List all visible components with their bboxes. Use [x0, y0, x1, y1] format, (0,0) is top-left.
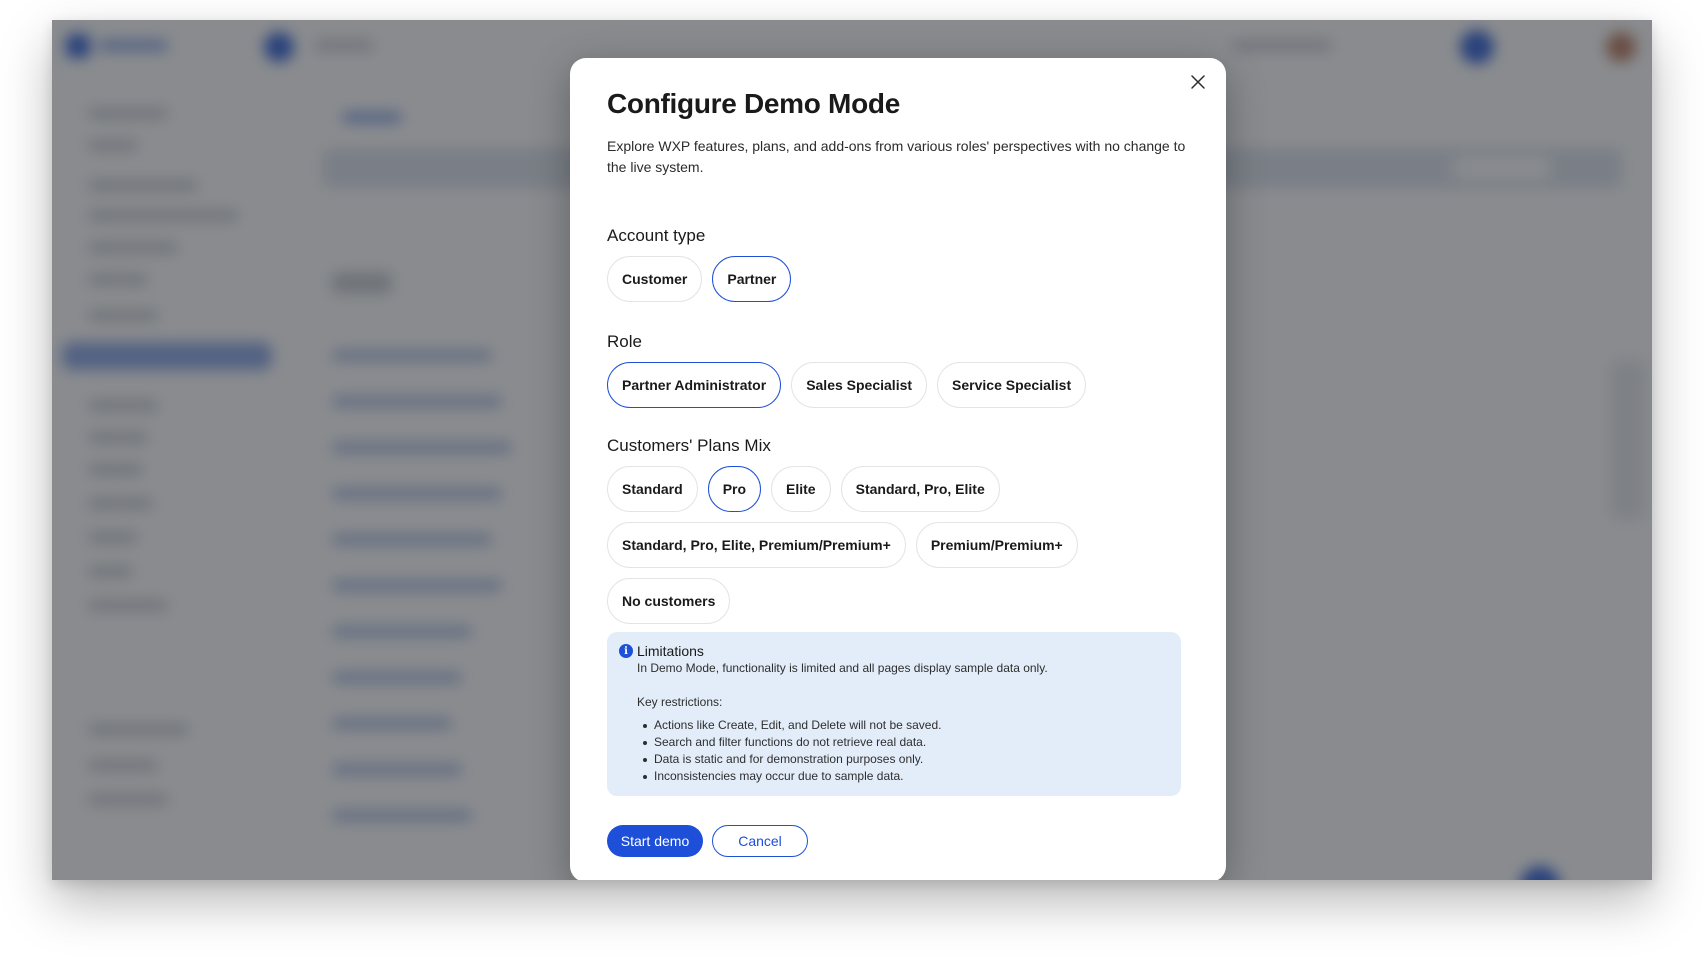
role-group: Partner Administrator Sales Specialist S…: [607, 362, 1087, 408]
configure-demo-modal: Configure Demo Mode Explore WXP features…: [570, 58, 1226, 880]
role-sales-specialist[interactable]: Sales Specialist: [791, 362, 928, 408]
role-partner-administrator[interactable]: Partner Administrator: [607, 362, 782, 408]
restrictions-list: Actions like Create, Edit, and Delete wi…: [637, 717, 1169, 785]
limitations-text: In Demo Mode, functionality is limited a…: [637, 661, 1048, 675]
close-button[interactable]: [1182, 66, 1214, 98]
account-type-partner[interactable]: Partner: [712, 256, 792, 302]
modal-title: Configure Demo Mode: [607, 88, 900, 119]
plan-standard-pro-elite-premium[interactable]: Standard, Pro, Elite, Premium/Premium+: [607, 522, 906, 568]
restrictions-label: Key restrictions:: [637, 695, 723, 709]
plans-mix-row-3: No customers: [607, 578, 731, 624]
plans-mix-row-1: Standard Pro Elite Standard, Pro, Elite: [607, 466, 1000, 512]
plan-standard-pro-elite[interactable]: Standard, Pro, Elite: [840, 466, 1000, 512]
plan-standard[interactable]: Standard: [607, 466, 698, 512]
account-type-group: Customer Partner: [607, 256, 792, 302]
restriction-item: Actions like Create, Edit, and Delete wi…: [637, 717, 1169, 734]
restriction-item: Search and filter functions do not retri…: [637, 734, 1169, 751]
start-demo-button[interactable]: Start demo: [607, 825, 703, 857]
limitations-notice: i Limitations In Demo Mode, functionalit…: [607, 632, 1181, 796]
plans-mix-label: Customers' Plans Mix: [607, 436, 771, 455]
cancel-button[interactable]: Cancel: [712, 825, 808, 857]
plan-pro[interactable]: Pro: [707, 466, 762, 512]
role-label: Role: [607, 332, 642, 351]
app-window: Configure Demo Mode Explore WXP features…: [52, 20, 1652, 880]
plan-elite[interactable]: Elite: [771, 466, 831, 512]
info-icon: i: [619, 644, 633, 658]
modal-description: Explore WXP features, plans, and add-ons…: [607, 138, 1186, 175]
limitations-spacer: [637, 677, 1169, 694]
plans-mix-row-2: Standard, Pro, Elite, Premium/Premium+ P…: [607, 522, 1078, 568]
plan-premium[interactable]: Premium/Premium+: [915, 522, 1078, 568]
role-service-specialist[interactable]: Service Specialist: [937, 362, 1087, 408]
plan-no-customers[interactable]: No customers: [607, 578, 731, 624]
restriction-item: Data is static and for demonstration pur…: [637, 751, 1169, 768]
account-type-label: Account type: [607, 226, 706, 245]
close-icon: [1191, 75, 1205, 89]
limitations-title: Limitations: [637, 643, 704, 659]
restriction-item: Inconsistencies may occur due to sample …: [637, 768, 1169, 785]
account-type-customer[interactable]: Customer: [607, 256, 703, 302]
